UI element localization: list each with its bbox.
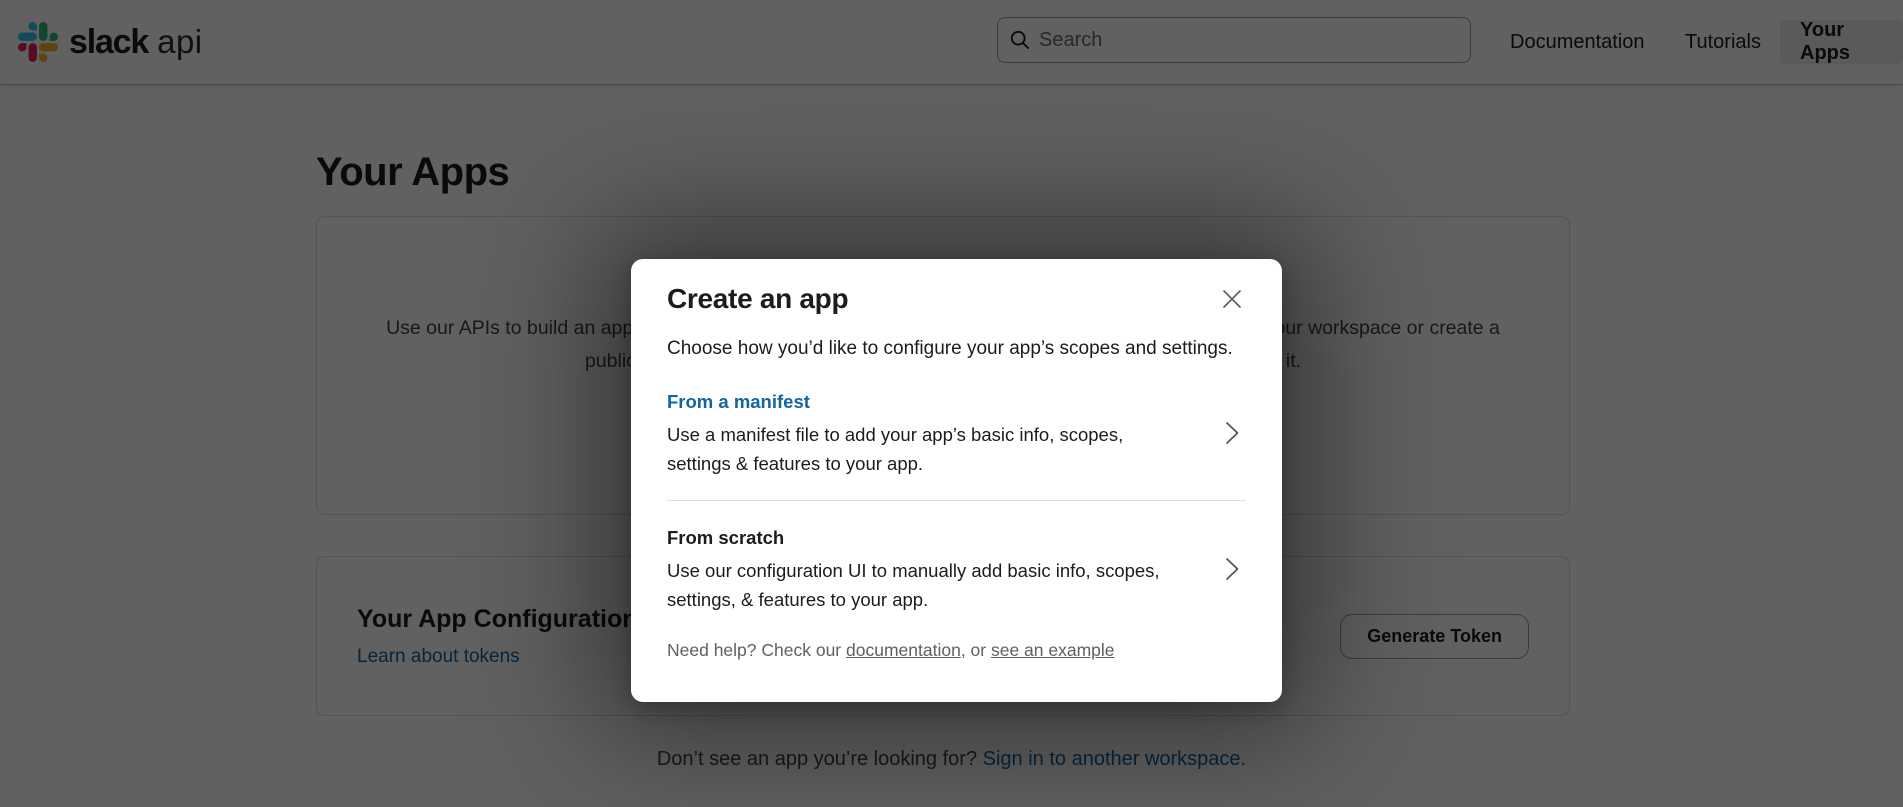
option-from-scratch[interactable]: From scratch Use our configuration UI to… <box>667 501 1246 614</box>
modal-title: Create an app <box>667 281 848 317</box>
option-heading-from-scratch: From scratch <box>667 523 1207 553</box>
help-prefix: Need help? Check our <box>667 640 846 660</box>
chevron-right-icon <box>1225 556 1240 582</box>
option-from-a-manifest[interactable]: From a manifest Use a manifest file to a… <box>667 387 1246 501</box>
close-icon <box>1220 287 1244 311</box>
option-desc-from-scratch: Use our configuration UI to manually add… <box>667 556 1207 614</box>
help-separator: , or <box>961 640 991 660</box>
create-an-app-modal: Create an app Choose how you’d like to c… <box>631 259 1282 702</box>
option-desc-from-a-manifest: Use a manifest file to add your app’s ba… <box>667 420 1207 478</box>
chevron-right-icon <box>1225 420 1240 446</box>
modal-help-note: Need help? Check our documentation, or s… <box>667 640 1246 661</box>
see-an-example-link[interactable]: see an example <box>991 640 1115 660</box>
modal-subtitle: Choose how you’d like to configure your … <box>667 335 1246 363</box>
modal-close-button[interactable] <box>1218 285 1246 313</box>
option-heading-from-a-manifest: From a manifest <box>667 387 1207 417</box>
documentation-link[interactable]: documentation <box>846 640 961 660</box>
